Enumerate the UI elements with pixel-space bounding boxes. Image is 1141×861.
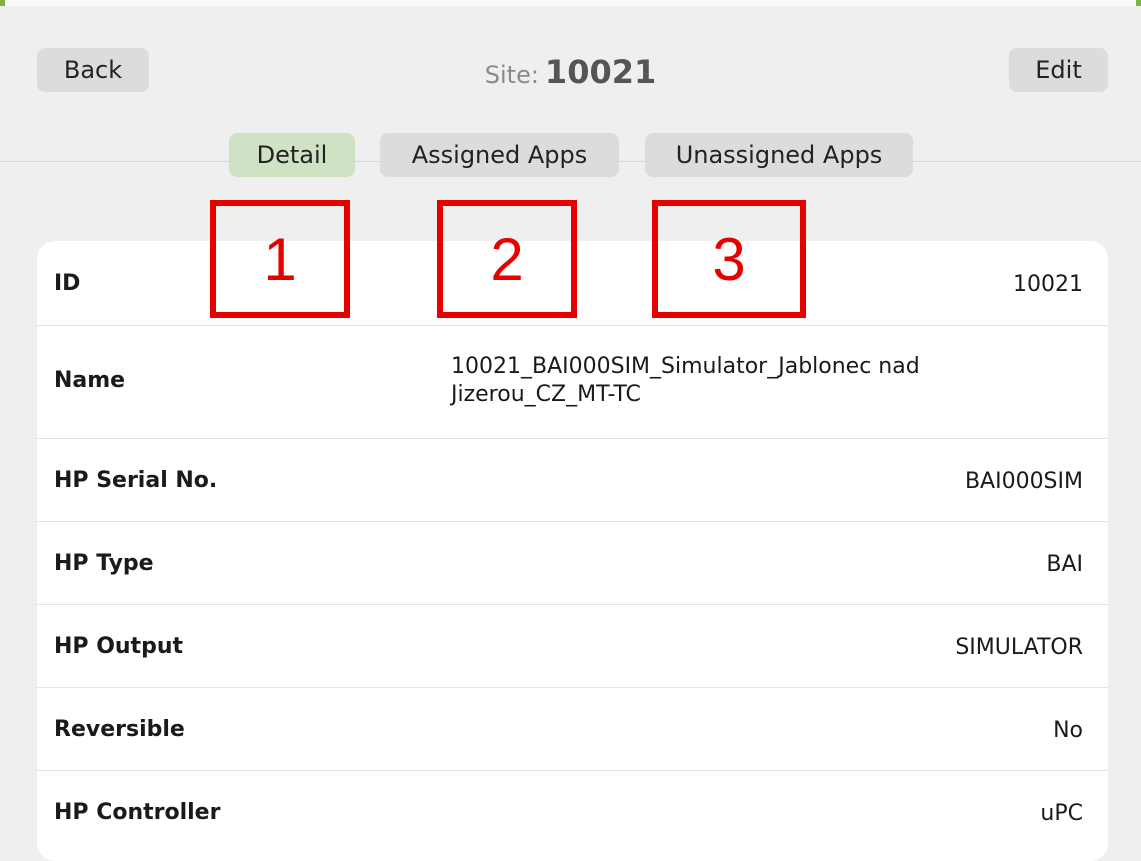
detail-row-reversible: Reversible No bbox=[37, 687, 1108, 771]
detail-value-line2: Jizerou_CZ_MT-TC bbox=[451, 382, 641, 407]
detail-value: uPC bbox=[1040, 801, 1083, 826]
detail-label: HP Serial No. bbox=[54, 468, 218, 493]
detail-row-output: HP Output SIMULATOR bbox=[37, 604, 1108, 688]
annotation-marker-2: 2 bbox=[437, 200, 577, 318]
detail-value: BAI bbox=[1046, 552, 1083, 577]
detail-label: Name bbox=[54, 368, 126, 393]
annotation-marker-3: 3 bbox=[652, 200, 806, 318]
detail-value: No bbox=[1053, 718, 1083, 743]
detail-row-type: HP Type BAI bbox=[37, 521, 1108, 605]
tab-detail[interactable]: Detail bbox=[229, 133, 355, 177]
annotation-marker-1: 1 bbox=[210, 200, 350, 318]
detail-label: HP Type bbox=[54, 551, 154, 576]
detail-label: HP Controller bbox=[54, 800, 221, 825]
detail-row-name: Name 10021_BAI000SIM_Simulator_Jablonec … bbox=[37, 325, 1108, 439]
tab-assigned-apps[interactable]: Assigned Apps bbox=[380, 133, 619, 177]
detail-label: HP Output bbox=[54, 634, 184, 659]
page-title: Site: 10021 bbox=[0, 52, 1141, 95]
detail-row-controller: HP Controller uPC bbox=[37, 770, 1108, 853]
site-id-title: 10021 bbox=[544, 53, 657, 91]
detail-row-serial: HP Serial No. BAI000SIM bbox=[37, 438, 1108, 522]
detail-value-line1: 10021_BAI000SIM_Simulator_Jablonec nad bbox=[451, 354, 920, 379]
detail-value-multiline: 10021_BAI000SIM_Simulator_Jablonec nad J… bbox=[451, 353, 920, 409]
edit-button[interactable]: Edit bbox=[1009, 48, 1108, 92]
detail-value: SIMULATOR bbox=[955, 635, 1083, 660]
detail-label: Reversible bbox=[54, 717, 185, 742]
detail-card: ID 10021 Name 10021_BAI000SIM_Simulator_… bbox=[37, 241, 1108, 861]
title-label: Site: bbox=[484, 61, 539, 89]
detail-value: 10021 bbox=[1013, 272, 1083, 297]
detail-value: BAI000SIM bbox=[964, 469, 1083, 494]
detail-label: ID bbox=[54, 271, 81, 296]
tab-unassigned-apps[interactable]: Unassigned Apps bbox=[645, 133, 913, 177]
